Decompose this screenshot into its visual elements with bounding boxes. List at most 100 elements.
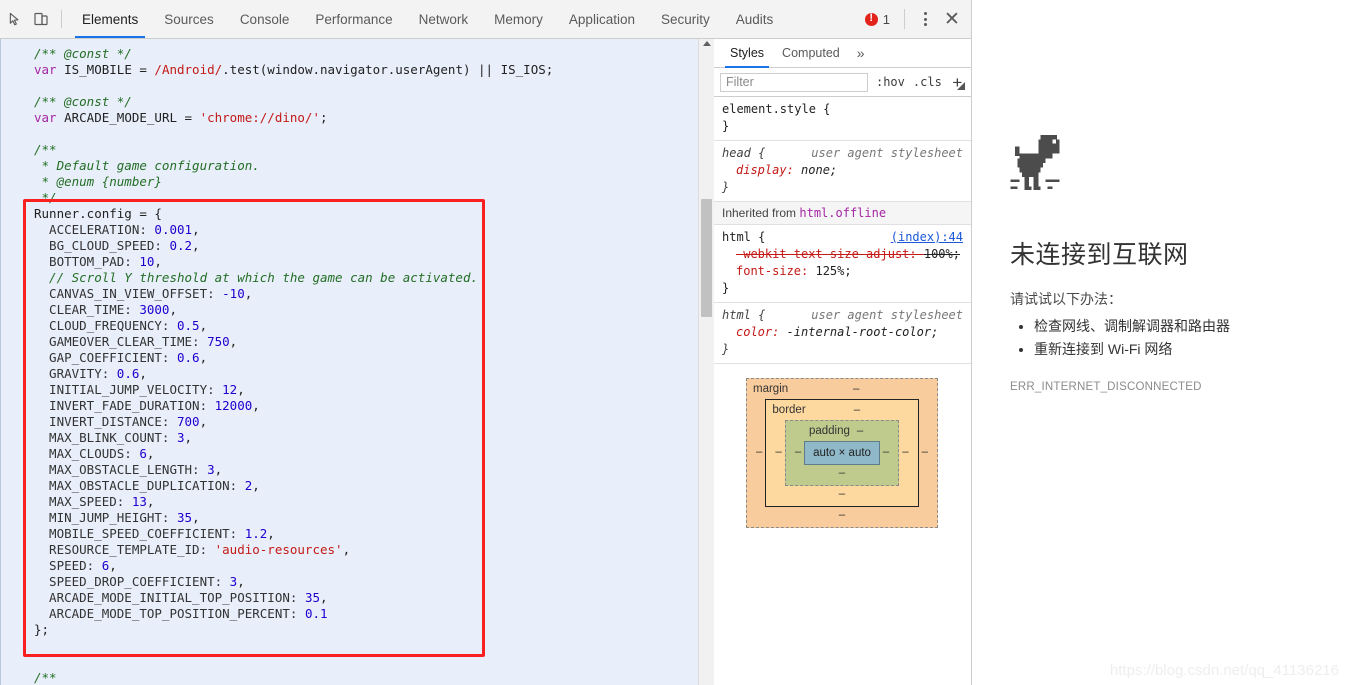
tab-application[interactable]: Application [556, 0, 648, 38]
box-model-padding-left-value[interactable]: – [792, 446, 804, 458]
box-model-margin-left-value[interactable]: – [753, 446, 765, 458]
error-count-badge[interactable]: ! 1 [859, 12, 896, 27]
box-model-border-bottom-value[interactable]: – [772, 488, 911, 500]
code-token: SPEED: [34, 558, 102, 573]
style-rule-selector[interactable]: element.style { [722, 101, 830, 118]
style-rule-selector[interactable]: html { [722, 229, 765, 246]
style-property-name[interactable]: -webkit-text-size-adjust: [736, 247, 924, 261]
offline-suggestion-item: 重新连接到 Wi-Fi 网络 [1034, 339, 1345, 359]
code-line: ARCADE_MODE_TOP_POSITION_PERCENT: 0.1 [34, 606, 698, 622]
new-style-rule-button[interactable]: + [950, 73, 966, 91]
tab-computed[interactable]: Computed [773, 39, 849, 67]
tab-audits-label: Audits [735, 11, 774, 27]
code-token: 35 [177, 510, 193, 525]
code-token: */ [34, 190, 57, 205]
code-token: 13 [131, 494, 147, 509]
inspect-cursor-icon[interactable] [2, 6, 28, 32]
style-property-name[interactable]: display: [736, 163, 801, 177]
style-property-value[interactable]: -internal-root-color; [787, 325, 939, 339]
toolbar-right-group: ! 1 ✕ [859, 6, 965, 32]
styles-filter-input[interactable] [720, 72, 868, 92]
box-model-content[interactable]: auto × auto [804, 441, 880, 465]
styles-pane: Styles Computed » :hov .cls + element.st… [714, 39, 971, 685]
style-property-name[interactable]: font-size: [736, 264, 815, 278]
box-model-padding-top-value[interactable]: – [854, 425, 866, 437]
style-rule[interactable]: html {user agent stylesheet color: -inter… [714, 303, 971, 364]
style-rule[interactable]: element.style {} [714, 97, 971, 141]
code-line: var IS_MOBILE = /Android/.test(window.na… [34, 62, 698, 78]
style-rule[interactable]: head {user agent stylesheet display: none… [714, 141, 971, 202]
style-rule[interactable]: html { (index):44 -webkit-text-size-adjust… [714, 225, 971, 303]
tab-styles[interactable]: Styles [721, 39, 773, 68]
box-model-margin[interactable]: margin – – border – – padding – – auto ×… [746, 378, 938, 528]
code-line: /** [34, 142, 698, 158]
device-toolbar-icon[interactable] [28, 6, 54, 32]
style-property-value[interactable]: none; [801, 163, 837, 177]
tab-styles-label: Styles [730, 46, 765, 60]
kebab-menu-icon[interactable] [913, 7, 937, 31]
cls-toggle-button[interactable]: .cls [913, 75, 942, 89]
box-model-margin-bottom-value[interactable]: – [753, 509, 931, 521]
hov-toggle-button[interactable]: :hov [876, 75, 905, 89]
code-line: ARCADE_MODE_INITIAL_TOP_POSITION: 35, [34, 590, 698, 606]
code-token: IS_MOBILE = [64, 62, 155, 77]
close-icon[interactable]: ✕ [939, 6, 965, 32]
style-declaration[interactable]: font-size: 125%; [722, 263, 963, 280]
box-model-diagram: margin – – border – – padding – – auto ×… [714, 364, 971, 528]
box-model-padding[interactable]: padding – – auto × auto – – [784, 420, 900, 486]
devtools-body: /** @const */var IS_MOBILE = /Android/.t… [0, 39, 971, 685]
code-token: MIN_JUMP_HEIGHT: [34, 510, 177, 525]
offline-suggestion-item: 检查网线、调制解调器和路由器 [1034, 316, 1345, 336]
tab-console[interactable]: Console [227, 0, 303, 38]
browser-viewport: 未连接到互联网 请试试以下办法： 检查网线、调制解调器和路由器 重新连接到 Wi… [972, 0, 1345, 685]
style-property-value[interactable]: 100%; [924, 247, 960, 261]
box-model-border[interactable]: border – – padding – – auto × auto – – –… [765, 399, 919, 507]
box-model-border-right-value[interactable]: – [899, 446, 911, 458]
tab-security[interactable]: Security [648, 0, 723, 38]
code-line: BOTTOM_PAD: 10, [34, 254, 698, 270]
code-token: MAX_CLOUDS: [34, 446, 140, 461]
box-model-padding-right-value[interactable]: – [880, 446, 892, 458]
style-declaration[interactable]: -webkit-text-size-adjust: 100%; [722, 246, 963, 263]
tab-elements[interactable]: Elements [69, 0, 151, 38]
tab-performance[interactable]: Performance [302, 0, 405, 38]
style-property-name[interactable]: color: [736, 325, 787, 339]
code-token: , [199, 414, 208, 429]
code-line: }; [34, 622, 698, 638]
box-model-border-top-value[interactable]: – [851, 404, 863, 416]
code-token: /** [34, 670, 57, 685]
code-token: , [237, 574, 245, 589]
code-line: INITIAL_JUMP_VELOCITY: 12, [34, 382, 698, 398]
style-property-value[interactable]: 125%; [815, 264, 851, 278]
more-tabs-icon[interactable]: » [849, 39, 873, 67]
code-token: INVERT_FADE_DURATION: [34, 398, 215, 413]
inherited-from-label: Inherited from [722, 206, 800, 220]
inherited-from-selector[interactable]: html.offline [799, 206, 886, 220]
style-declaration[interactable]: display: none; [722, 162, 963, 179]
code-token: CLEAR_TIME: [34, 302, 140, 317]
vertical-scrollbar[interactable] [698, 39, 714, 685]
offline-subtitle: 请试试以下办法： [1010, 291, 1122, 307]
box-model-margin-top-value[interactable]: – [850, 383, 862, 395]
style-declaration[interactable]: color: -internal-root-color; [722, 324, 963, 341]
style-rule-selector[interactable]: head { [722, 145, 765, 162]
tab-sources-label: Sources [164, 11, 214, 27]
code-token: , [252, 478, 260, 493]
code-token: var [34, 62, 65, 77]
source-code-pane[interactable]: /** @const */var IS_MOBILE = /Android/.t… [0, 39, 698, 685]
code-token: MAX_OBSTACLE_LENGTH: [34, 462, 208, 477]
code-token: , [184, 430, 193, 445]
scroll-up-arrow-icon[interactable] [702, 41, 711, 46]
tab-network[interactable]: Network [406, 0, 482, 38]
code-token: , [244, 286, 253, 301]
box-model-margin-right-value[interactable]: – [919, 446, 931, 458]
tab-memory[interactable]: Memory [481, 0, 556, 38]
box-model-border-left-value[interactable]: – [772, 446, 784, 458]
tab-audits[interactable]: Audits [723, 0, 787, 38]
style-rule-selector[interactable]: html { [722, 307, 765, 324]
box-model-padding-bottom-value[interactable]: – [792, 467, 892, 479]
style-rule-source-link[interactable]: (index):44 [891, 229, 963, 246]
scrollbar-thumb[interactable] [701, 199, 712, 317]
tab-sources[interactable]: Sources [151, 0, 227, 38]
offline-title: 未连接到互联网 [1010, 241, 1189, 269]
